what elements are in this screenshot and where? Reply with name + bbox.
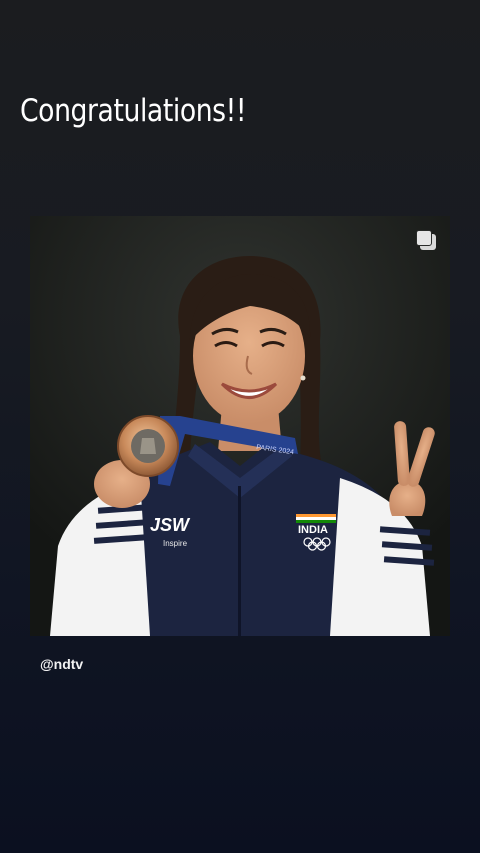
story-caption[interactable]: Congratulations!! xyxy=(20,93,247,129)
shared-post-card[interactable]: JSW Inspire INDIA PARIS 2024 xyxy=(30,216,450,636)
post-photo: JSW Inspire INDIA PARIS 2024 xyxy=(30,216,450,636)
carousel-icon xyxy=(416,230,438,252)
instagram-story: { "story": { "caption": "Congratulations… xyxy=(0,0,480,853)
mention-sticker-handle[interactable]: @ndtv xyxy=(40,656,83,672)
jacket-country-text: INDIA xyxy=(298,524,328,536)
jacket-brand-text: JSW xyxy=(150,515,191,535)
jacket-brand-sub-text: Inspire xyxy=(163,539,188,548)
